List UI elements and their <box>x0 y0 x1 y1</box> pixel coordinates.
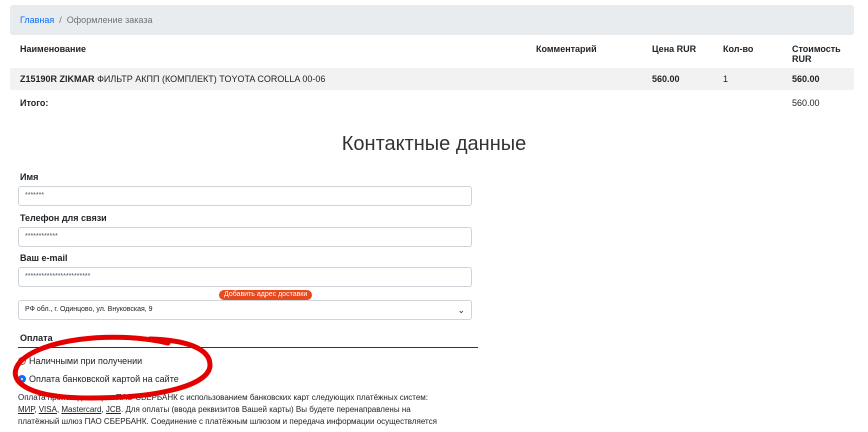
item-code: Z15190R <box>20 74 58 84</box>
name-input[interactable]: ******* <box>18 186 472 206</box>
radio-card-selected[interactable] <box>18 375 26 383</box>
email-input[interactable]: ************************ <box>18 267 472 287</box>
payment-option-cash[interactable]: Наличными при получении <box>18 356 142 366</box>
item-description: ФИЛЬТР АКПП (КОМПЛЕКТ) TOYOTA COROLLA 00… <box>97 74 326 84</box>
total-value: 560.00 <box>792 98 820 108</box>
email-label: Ваш e-mail <box>20 253 68 263</box>
breadcrumb: Главная / Оформление заказа <box>10 5 854 35</box>
total-row: Итого: 560.00 <box>10 90 854 116</box>
chevron-down-icon: ⌄ <box>457 305 465 315</box>
payment-divider <box>18 347 478 348</box>
radio-cash[interactable] <box>18 357 26 365</box>
item-name-cell: Z15190R ZIKMAR ФИЛЬТР АКПП (КОМПЛЕКТ) TO… <box>10 68 526 90</box>
breadcrumb-home-link[interactable]: Главная <box>20 15 54 25</box>
payment-info-line3: платёжный шлюз ПАО СБЕРБАНК. Соединение … <box>18 417 437 426</box>
payment-info: Оплата происходит через ПАО СБЕРБАНК с и… <box>18 392 488 428</box>
payment-title: Оплата <box>20 333 53 343</box>
payment-option-cash-label: Наличными при получении <box>29 356 143 366</box>
item-cost: 560.00 <box>782 68 854 90</box>
column-header-price: Цена RUR <box>652 44 697 54</box>
card-system-jcb: JCB <box>105 405 121 414</box>
payment-info-line1: Оплата происходит через ПАО СБЕРБАНК с и… <box>18 393 428 402</box>
item-price: 560.00 <box>642 68 713 90</box>
total-label: Итого: <box>20 98 49 108</box>
address-select-value: РФ обл., г. Одинцово, ул. Внуковская, 9 <box>25 306 153 313</box>
item-brand: ZIKMAR <box>59 74 95 84</box>
column-header-comment: Комментарий <box>536 44 597 54</box>
contacts-title: Контактные данные <box>341 133 527 155</box>
card-system-visa: VISA <box>38 405 57 414</box>
breadcrumb-current: Оформление заказа <box>66 15 153 25</box>
item-qty: 1 <box>713 68 782 90</box>
payment-option-card-label: Оплата банковской картой на сайте <box>29 374 179 384</box>
table-header-row: Наименование Комментарий Цена RUR Кол-во… <box>10 40 854 68</box>
address-select[interactable]: РФ обл., г. Одинцово, ул. Внуковская, 9 … <box>18 300 472 320</box>
phone-input[interactable]: ************ <box>18 227 472 247</box>
card-system-mir: МИР <box>18 405 35 414</box>
payment-info-line2: Для оплаты (ввода реквизитов Вашей карты… <box>125 405 411 414</box>
add-address-badge[interactable]: Добавить адрес доставки <box>219 290 313 300</box>
breadcrumb-separator: / <box>59 15 62 25</box>
item-comment <box>526 68 642 90</box>
payment-info-line2-wrap: МИР, VISA, Mastercard, JCB. Для оплаты (… <box>18 405 411 414</box>
table-row: Z15190R ZIKMAR ФИЛЬТР АКПП (КОМПЛЕКТ) TO… <box>10 68 854 90</box>
column-header-cost: Стоимость RUR <box>792 44 841 64</box>
column-header-qty: Кол-во <box>723 44 754 54</box>
order-table: Наименование Комментарий Цена RUR Кол-во… <box>10 40 854 116</box>
name-label: Имя <box>20 172 39 182</box>
column-header-name: Наименование <box>20 44 87 54</box>
card-system-mastercard: Mastercard <box>61 405 102 414</box>
payment-option-card[interactable]: Оплата банковской картой на сайте <box>18 374 179 384</box>
phone-label: Телефон для связи <box>20 213 107 223</box>
